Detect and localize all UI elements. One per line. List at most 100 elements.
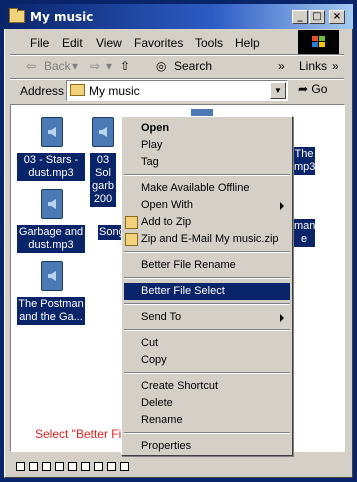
back-dropdown-icon[interactable]: ▾ [72,59,78,73]
menu-separator [124,372,290,374]
go-arrow-icon: ➦ [298,82,309,96]
submenu-arrow-icon [280,314,284,322]
menu-item-zip-and-e-mail-my-music-zip[interactable]: Zip and E-Mail My music.zip [124,231,290,248]
menu-item-label: Tag [141,156,159,168]
menu-item-rename[interactable]: Rename [124,412,290,429]
menu-item-label: Open With [141,199,193,211]
menu-separator [124,277,290,279]
menu-item-label: Better File Rename [141,259,236,271]
menu-separator [124,251,290,253]
menu-item-label: Cut [141,337,159,349]
menu-item-label: Make Available Offline [141,182,250,194]
menu-tools[interactable]: Tools [195,36,223,50]
address-dropdown-button[interactable]: ▼ [270,82,286,99]
toolbar-chevron[interactable]: » [278,59,285,73]
status-bar [10,457,345,474]
menu-item-label: Open [141,122,170,134]
menu-item-label: Better File Select [141,285,225,297]
status-segment [120,462,129,471]
search-button[interactable]: Search [174,59,212,73]
menu-item-delete[interactable]: Delete [124,395,290,412]
menu-item-label: Create Shortcut [141,380,219,392]
file-label: The Postman and the Ga... [17,297,85,325]
back-button[interactable]: Back [44,59,71,73]
menu-item-add-to-zip[interactable]: Add to Zip [124,214,290,231]
links-chevron[interactable]: » [332,59,339,73]
address-label: Address [20,84,65,98]
menu-item-send-to[interactable]: Send To [124,309,290,326]
menu-item-properties[interactable]: Properties [124,438,290,455]
forward-button[interactable]: ⇨ [90,59,100,73]
menu-separator [124,174,290,176]
menu-favorites[interactable]: Favorites [134,36,183,50]
status-segment [68,462,77,471]
audio-file-icon [92,117,114,147]
menu-item-cut[interactable]: Cut [124,335,290,352]
status-segment [42,462,51,471]
menu-item-play[interactable]: Play [124,137,290,154]
menu-item-label: Add to Zip [141,216,192,228]
menu-item-make-available-offline[interactable]: Make Available Offline [124,180,290,197]
menu-help[interactable]: Help [235,36,260,50]
file-label: 03 - Stars - dust.mp3 [17,153,85,181]
menu-separator [124,303,290,305]
audio-file-icon [41,117,63,147]
folder-icon [9,8,25,23]
menu-item-better-file-rename[interactable]: Better File Rename [124,257,290,274]
status-segment [94,462,103,471]
window-title: My music [30,10,94,24]
explorer-window: My music _ □ × File Edit View Favorites … [0,0,357,482]
context-menu: Open Play Tag Make Available Offline Open Wi… [121,116,293,456]
menu-item-create-shortcut[interactable]: Create Shortcut [124,378,290,395]
status-segment [107,462,116,471]
menu-item-open[interactable]: Open [124,120,290,137]
menu-item-label: Send To [141,311,182,323]
go-button[interactable]: ➦ Go [298,82,327,96]
winzip-icon [125,233,138,246]
menu-separator [124,329,290,331]
toolbar: ⇦ Back ▾ ⇨ ▾ ⇧ ◎ Search » Links » [14,56,339,78]
menu-item-tag[interactable]: Tag [124,154,290,171]
winzip-icon [125,216,138,229]
status-segment [55,462,64,471]
submenu-arrow-icon [280,202,284,210]
menu-separator [124,432,290,434]
close-button[interactable]: × [329,10,345,24]
file-label: 03 Sol garb 200 [90,153,116,207]
back-arrow-icon: ⇦ [26,59,37,73]
menu-item-copy[interactable]: Copy [124,352,290,369]
titlebar[interactable]: My music _ □ × [4,4,353,29]
status-segment [29,462,38,471]
menu-view[interactable]: View [96,36,122,50]
minimize-button[interactable]: _ [292,10,308,24]
menubar: File Edit View Favorites Tools Help [14,32,296,54]
go-label: Go [311,82,328,96]
links-button[interactable]: Links [299,59,327,73]
windows-flag-icon [312,36,326,48]
search-icon: ◎ [156,59,167,73]
address-field[interactable]: My music ▼ [66,80,288,101]
status-segment [81,462,90,471]
forward-dropdown-icon[interactable]: ▾ [106,59,112,73]
audio-file-icon [41,189,63,219]
menu-edit[interactable]: Edit [62,36,83,50]
maximize-button[interactable]: □ [309,10,325,24]
folder-icon [70,84,85,96]
menu-item-label: Rename [141,414,183,426]
menu-item-better-file-select[interactable]: Better File Select [124,283,290,300]
status-segment [16,462,25,471]
menu-item-label: Delete [141,397,173,409]
file-label: man e [293,219,316,247]
menu-item-label: Zip and E-Mail My music.zip [141,233,279,245]
menu-file[interactable]: File [30,36,49,50]
windows-logo [298,30,339,55]
up-folder-button[interactable]: ⇧ [120,59,130,73]
menu-item-label: Play [141,139,163,151]
audio-file-icon [41,261,63,291]
menu-item-label: Properties [141,440,192,452]
menu-item-label: Copy [141,354,167,366]
address-value: My music [89,84,140,98]
file-label: Garbage and dust.mp3 [17,225,85,253]
menu-item-open-with[interactable]: Open With [124,197,290,214]
file-label: The mp3 [293,147,316,175]
